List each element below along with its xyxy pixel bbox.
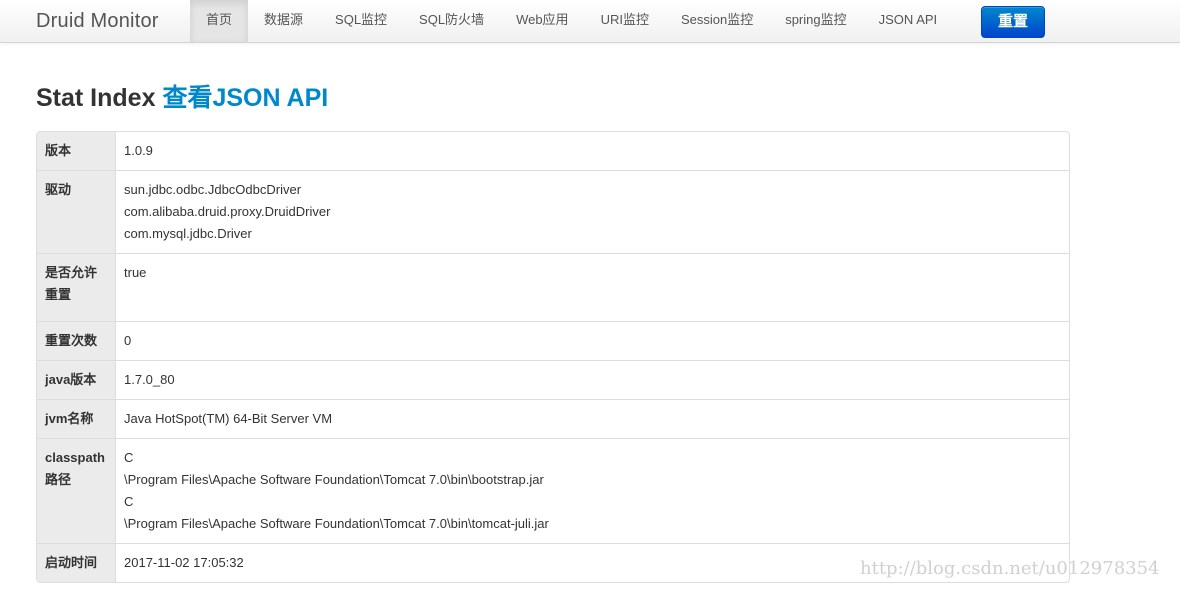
table-row: jvm名称 Java HotSpot(TM) 64-Bit Server VM	[37, 399, 1069, 438]
classpath-line: C	[124, 494, 134, 509]
nav-item-uri-monitor[interactable]: URI监控	[585, 0, 665, 42]
driver-line: com.mysql.jdbc.Driver	[124, 226, 252, 241]
row-label-reset-enable: 是否允许 重置	[37, 253, 116, 321]
row-value-jvm-name: Java HotSpot(TM) 64-Bit Server VM	[116, 399, 1069, 438]
brand-logo[interactable]: Druid Monitor	[36, 0, 159, 42]
classpath-line: \Program Files\Apache Software Foundatio…	[124, 516, 549, 531]
row-label-jvm-name: jvm名称	[37, 399, 116, 438]
classpath-line: \Program Files\Apache Software Foundatio…	[124, 472, 544, 487]
row-value-reset-count: 0	[116, 321, 1069, 360]
table-row: 重置次数 0	[37, 321, 1069, 360]
reset-button[interactable]: 重置	[981, 6, 1045, 38]
driver-line: com.alibaba.druid.proxy.DruidDriver	[124, 204, 331, 219]
driver-line: sun.jdbc.odbc.JdbcOdbcDriver	[124, 182, 302, 197]
nav-item-json-api[interactable]: JSON API	[863, 0, 954, 42]
row-value-reset-enable: true	[116, 253, 1069, 321]
watermark: http://blog.csdn.net/u012978354	[860, 558, 1160, 579]
main-nav: 首页 数据源 SQL监控 SQL防火墙 Web应用 URI监控 Session监…	[190, 0, 953, 42]
page-title: Stat Index 查看JSON API	[36, 82, 328, 114]
row-label-start-time: 启动时间	[37, 543, 116, 582]
table-row: java版本 1.7.0_80	[37, 360, 1069, 399]
nav-item-web-app[interactable]: Web应用	[500, 0, 585, 42]
nav-item-datasource[interactable]: 数据源	[248, 0, 319, 42]
table-row: 是否允许 重置 true	[37, 253, 1069, 321]
row-value-drivers: sun.jdbc.odbc.JdbcOdbcDriver com.alibaba…	[116, 170, 1069, 253]
row-label-java-version: java版本	[37, 360, 116, 399]
navbar: Druid Monitor 首页 数据源 SQL监控 SQL防火墙 Web应用 …	[0, 0, 1180, 43]
stat-table: 版本 1.0.9 驱动 sun.jdbc.odbc.JdbcOdbcDriver…	[36, 131, 1070, 583]
table-row: 驱动 sun.jdbc.odbc.JdbcOdbcDriver com.alib…	[37, 170, 1069, 253]
row-value-version: 1.0.9	[124, 143, 153, 158]
row-value-java-version: 1.7.0_80	[116, 360, 1069, 399]
row-label-line: 路径	[45, 472, 72, 487]
row-label-reset-count: 重置次数	[37, 321, 116, 360]
nav-item-home[interactable]: 首页	[190, 0, 249, 42]
row-value-classpath: C \Program Files\Apache Software Foundat…	[116, 438, 1069, 543]
row-label-classpath: classpath 路径	[37, 438, 116, 543]
json-api-link[interactable]: 查看JSON API	[162, 84, 328, 112]
nav-item-session-monitor[interactable]: Session监控	[665, 0, 769, 42]
row-label-drivers: 驱动	[37, 170, 116, 253]
row-label-line: 重置	[45, 287, 72, 302]
table-row: classpath 路径 C \Program Files\Apache Sof…	[37, 438, 1069, 543]
nav-item-sql-firewall[interactable]: SQL防火墙	[403, 0, 500, 42]
row-label-version: 版本	[37, 132, 116, 170]
nav-item-sql-monitor[interactable]: SQL监控	[319, 0, 403, 42]
nav-item-spring-monitor[interactable]: spring监控	[769, 0, 862, 42]
row-label-line: classpath	[45, 450, 105, 465]
page-title-text: Stat Index	[36, 84, 156, 112]
table-row: 版本 1.0.9	[37, 132, 1069, 170]
row-label-line: 是否允许	[45, 265, 98, 280]
classpath-line: C	[124, 450, 134, 465]
